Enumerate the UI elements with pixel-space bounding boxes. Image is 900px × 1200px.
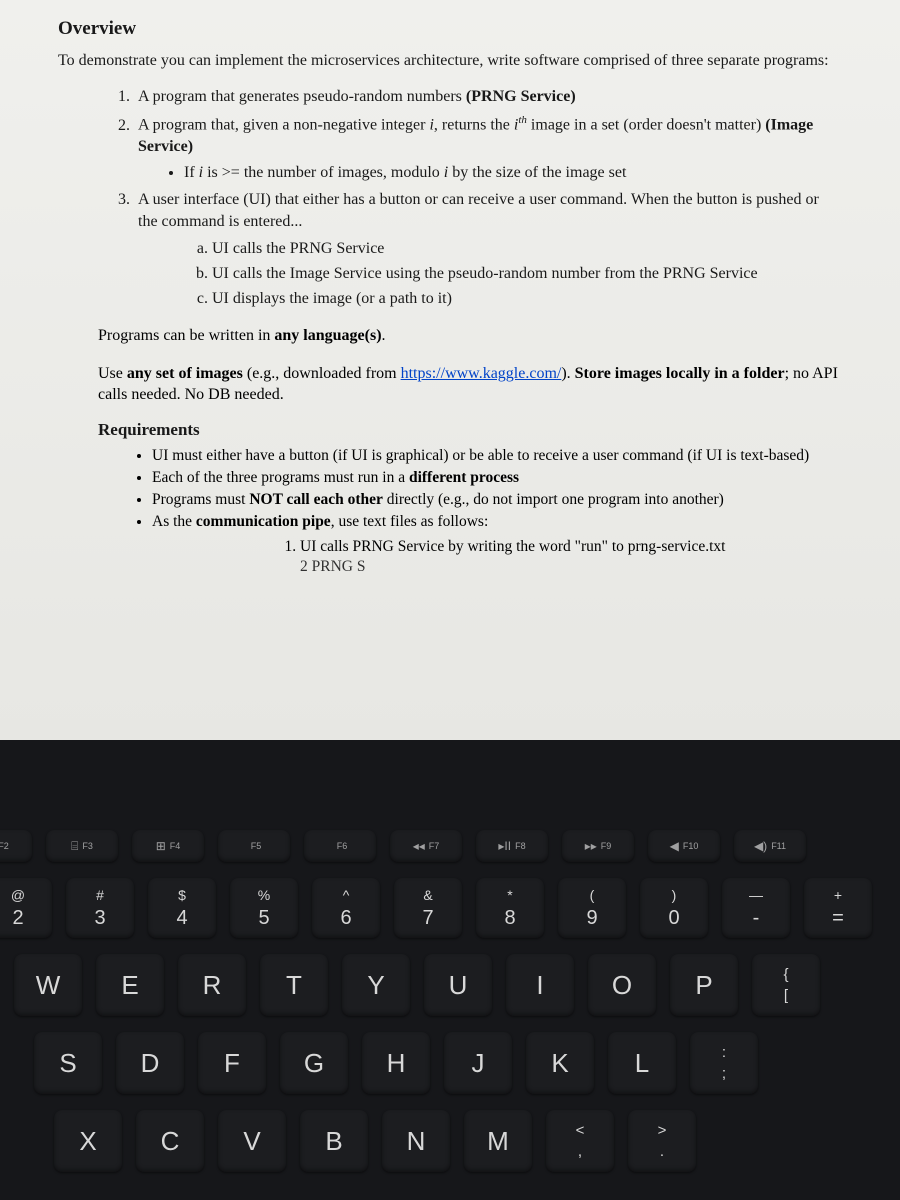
key-x[interactable]: X <box>54 1110 122 1172</box>
key-k[interactable]: K <box>526 1032 594 1094</box>
key-f8[interactable]: ▸IIF8 <box>476 830 548 862</box>
key-8[interactable]: *8 <box>476 878 544 938</box>
key-o[interactable]: O <box>588 954 656 1016</box>
key--[interactable]: —- <box>722 878 790 938</box>
key-l[interactable]: L <box>608 1032 676 1094</box>
key-f5[interactable]: F5 <box>218 830 290 862</box>
language-note: Programs can be written in any language(… <box>98 325 842 347</box>
key-3[interactable]: #3 <box>66 878 134 938</box>
requirements-list: UI must either have a button (if UI is g… <box>152 446 842 577</box>
item-1: A program that generates pseudo-random n… <box>134 86 842 108</box>
step-c: UI displays the image (or a path to it) <box>212 288 842 310</box>
asdf-row: SDFGHJKL:; <box>24 1032 900 1094</box>
item-2-sub: If i is >= the number of images, modulo … <box>184 162 842 184</box>
key-=[interactable]: += <box>804 878 872 938</box>
key-m[interactable]: M <box>464 1110 532 1172</box>
key-s[interactable]: S <box>34 1032 102 1094</box>
overview-heading: Overview <box>58 18 842 40</box>
key-b[interactable]: B <box>300 1110 368 1172</box>
key-5[interactable]: %5 <box>230 878 298 938</box>
key-f2[interactable]: ☼F2 <box>0 830 32 862</box>
key-p[interactable]: P <box>670 954 738 1016</box>
key-n[interactable]: N <box>382 1110 450 1172</box>
req-3: Programs must NOT call each other direct… <box>152 490 842 510</box>
req-1: UI must either have a button (if UI is g… <box>152 446 842 466</box>
step-b: UI calls the Image Service using the pse… <box>212 263 842 285</box>
document-page: Overview To demonstrate you can implemen… <box>0 0 900 740</box>
key-w[interactable]: W <box>14 954 82 1016</box>
key-f[interactable]: F <box>198 1032 266 1094</box>
key-bracket-left[interactable]: {[ <box>752 954 820 1016</box>
key-d[interactable]: D <box>116 1032 184 1094</box>
intro-paragraph: To demonstrate you can implement the mic… <box>58 50 842 72</box>
req-2: Each of the three programs must run in a… <box>152 468 842 488</box>
key-4[interactable]: $4 <box>148 878 216 938</box>
key-t[interactable]: T <box>260 954 328 1016</box>
qwerty-row: WERTYUIOP{[ <box>4 954 900 1016</box>
key-u[interactable]: U <box>424 954 492 1016</box>
communication-steps: UI calls PRNG Service by writing the wor… <box>300 537 842 557</box>
req-4: As the communication pipe, use text file… <box>152 512 842 576</box>
item-3: A user interface (UI) that either has a … <box>134 189 842 309</box>
comm-2-cutoff: 2 PRNG S <box>300 557 842 577</box>
images-note: Use any set of images (e.g., downloaded … <box>98 363 842 406</box>
key-i[interactable]: I <box>506 954 574 1016</box>
function-row: ☼F2 ⌸F3 ⊞F4 F5 F6 ◂◂F7 ▸IIF8 ▸▸F9 ◀F10 ◀)F11 <box>0 830 900 862</box>
key-j[interactable]: J <box>444 1032 512 1094</box>
key-v[interactable]: V <box>218 1110 286 1172</box>
zxcv-row: XCVBNM<,>. <box>44 1110 900 1172</box>
number-row: @2#3$4%5^6&7*8(9)0—-+= <box>0 878 900 938</box>
key-f11[interactable]: ◀)F11 <box>734 830 806 862</box>
key-6[interactable]: ^6 <box>312 878 380 938</box>
key-f9[interactable]: ▸▸F9 <box>562 830 634 862</box>
main-list: A program that generates pseudo-random n… <box>134 86 842 310</box>
key-c[interactable]: C <box>136 1110 204 1172</box>
keyboard: ☼F2 ⌸F3 ⊞F4 F5 F6 ◂◂F7 ▸IIF8 ▸▸F9 ◀F10 ◀)F11 @2#3… <box>0 740 900 1200</box>
key-f6[interactable]: F6 <box>304 830 376 862</box>
key-2[interactable]: @2 <box>0 878 52 938</box>
key-period[interactable]: >. <box>628 1110 696 1172</box>
key-f10[interactable]: ◀F10 <box>648 830 720 862</box>
key-9[interactable]: (9 <box>558 878 626 938</box>
key-comma[interactable]: <, <box>546 1110 614 1172</box>
key-7[interactable]: &7 <box>394 878 462 938</box>
key-e[interactable]: E <box>96 954 164 1016</box>
key-f4[interactable]: ⊞F4 <box>132 830 204 862</box>
key-y[interactable]: Y <box>342 954 410 1016</box>
key-f3[interactable]: ⌸F3 <box>46 830 118 862</box>
item-2: A program that, given a non-negative int… <box>134 113 842 183</box>
comm-1: UI calls PRNG Service by writing the wor… <box>300 537 842 557</box>
key-r[interactable]: R <box>178 954 246 1016</box>
key-semicolon[interactable]: :; <box>690 1032 758 1094</box>
key-0[interactable]: )0 <box>640 878 708 938</box>
kaggle-link[interactable]: https://www.kaggle.com/ <box>401 365 562 382</box>
step-a: UI calls the PRNG Service <box>212 238 842 260</box>
requirements-heading: Requirements <box>98 420 842 440</box>
key-h[interactable]: H <box>362 1032 430 1094</box>
key-f7[interactable]: ◂◂F7 <box>390 830 462 862</box>
item-3-steps: UI calls the PRNG Service UI calls the I… <box>212 238 842 309</box>
key-g[interactable]: G <box>280 1032 348 1094</box>
